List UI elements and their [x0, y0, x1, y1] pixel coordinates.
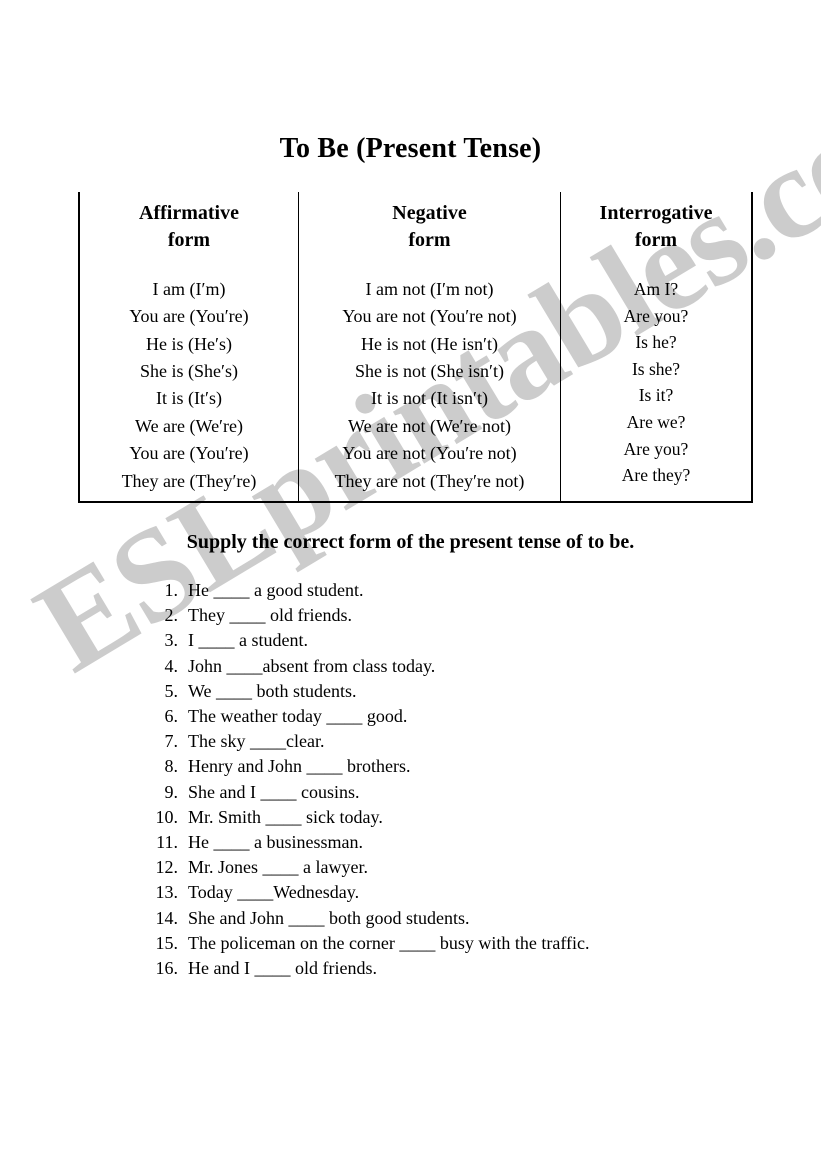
exercise-item-text: Henry and John ____ brothers.	[188, 756, 411, 777]
column-header-line1: Negative	[392, 202, 467, 224]
exercise-item-text: Mr. Smith ____ sick today.	[188, 806, 383, 827]
column-header-line2: form	[167, 229, 211, 251]
exercise-item: 11. He ____ a businessman.	[148, 830, 788, 855]
exercise-item-text: The sky ____clear.	[188, 731, 325, 752]
exercise-item-number: 14.	[155, 907, 179, 928]
exercise-item-number: 15.	[155, 932, 179, 953]
exercise-item: 7. The sky ____clear.	[148, 729, 788, 754]
exercise-item: 9. She and I ____ cousins.	[148, 780, 788, 805]
exercise-item-number: 11.	[156, 832, 178, 853]
exercise-item: 4. John ____absent from class today.	[148, 654, 788, 679]
list-item: I am not (I′m not)	[365, 279, 494, 299]
exercise-item-number: 4.	[164, 655, 179, 676]
exercise-list: 1. He ____ a good student. 2. They ____ ol…	[148, 578, 788, 981]
exercise-item: 15. The policeman on the corner ____ busy…	[148, 931, 788, 956]
exercise-item: 1. He ____ a good student.	[148, 578, 788, 603]
column-header-negative: Negative form	[303, 200, 556, 254]
column-header-affirmative: Affirmative form	[84, 200, 294, 254]
list-item: You are not (You′re not)	[342, 443, 517, 464]
column-header-line1: Affirmative	[139, 202, 239, 224]
exercise-item: 3. I ____ a student.	[148, 628, 788, 653]
exercise-item: 10. Mr. Smith ____ sick today.	[148, 805, 788, 830]
exercise-item: 13. Today ____Wednesday.	[148, 880, 788, 905]
list-item: Am I?	[633, 279, 679, 299]
exercise-item-number: 2.	[164, 605, 179, 626]
exercise-item-number: 12.	[155, 857, 179, 878]
exercise-item-text: He ____ a good student.	[188, 580, 364, 600]
list-item: Are you?	[623, 305, 689, 326]
table-column-negative: Negative form I am not (I′m not) You are…	[299, 192, 561, 501]
list-item: Is it?	[638, 385, 674, 406]
page-title: To Be (Present Tense)	[279, 133, 542, 164]
exercise-item-number: 8.	[164, 756, 179, 777]
list-item: Are you?	[623, 438, 689, 459]
exercise-item-text: I ____ a student.	[188, 630, 308, 651]
negative-form-list: I am not (I′m not) You are not (You′re n…	[303, 276, 556, 495]
list-item: She is (She′s)	[140, 361, 238, 382]
list-item: It is (It′s)	[156, 388, 222, 409]
list-item: Are they?	[621, 465, 691, 486]
list-item: I am (I′m)	[152, 279, 226, 299]
list-item: You are (You′re)	[129, 443, 249, 464]
interrogative-form-list: Am I? Are you? Is he? Is she? Is it? Are…	[565, 276, 747, 489]
exercise-item-number: 6.	[164, 706, 179, 727]
exercise-item-text: He ____ a businessman.	[188, 832, 363, 853]
exercise-item-number: 9.	[164, 781, 179, 802]
exercise-item: 8. Henry and John ____ brothers.	[148, 754, 788, 779]
column-header-line2: form	[408, 229, 451, 251]
column-header-interrogative: Interrogative form	[565, 200, 747, 254]
exercise-item-text: She and I ____ cousins.	[188, 781, 360, 802]
column-header-line2: form	[634, 229, 678, 251]
list-item: She is not (She isn′t)	[355, 361, 504, 382]
exercise-item-text: He and I ____ old friends.	[188, 958, 377, 979]
exercise-item: 12. Mr. Jones ____ a lawyer.	[148, 855, 788, 880]
list-item: You are not (You′re not)	[342, 306, 517, 327]
exercise-item-number: 10.	[155, 806, 179, 827]
list-item: We are (We′re)	[135, 415, 243, 436]
exercise-item-text: John ____absent from class today.	[188, 655, 436, 676]
exercise-item-number: 3.	[164, 630, 179, 651]
exercise-item-number: 7.	[164, 731, 179, 752]
exercise-item: 5. We ____ both students.	[148, 679, 788, 704]
exercise-item: 16. He and I ____ old friends.	[148, 956, 788, 981]
table-column-affirmative: Affirmative form I am (I′m) You are (You…	[80, 192, 299, 501]
list-item: He is (He′s)	[146, 333, 232, 354]
affirmative-form-list: I am (I′m) You are (You′re) He is (He′s)…	[84, 276, 294, 495]
conjugation-table: Affirmative form I am (I′m) You are (You…	[78, 192, 753, 503]
column-header-line1: Interrogative	[599, 202, 713, 224]
exercise-instruction: Supply the correct form of the present t…	[186, 531, 635, 553]
worksheet-page: To Be (Present Tense) Affirmative form I…	[0, 0, 821, 1169]
list-item: He is not (He isn′t)	[361, 333, 498, 354]
exercise-item-text: She and John ____ both good students.	[188, 907, 470, 928]
exercise-item-text: We ____ both students.	[188, 680, 357, 701]
list-item: Is she?	[631, 358, 681, 379]
table-column-interrogative: Interrogative form Am I? Are you? Is he?…	[561, 192, 751, 501]
exercise-item-text: The weather today ____ good.	[188, 706, 408, 727]
exercise-item-text: Today ____Wednesday.	[188, 882, 360, 903]
list-item: You are (You′re)	[129, 306, 249, 327]
exercise-item-number: 13.	[155, 882, 179, 903]
list-item: They are not (They′re not)	[334, 470, 525, 491]
exercise-item: 14. She and John ____ both good students.	[148, 906, 788, 931]
list-item: We are not (We′re not)	[348, 415, 511, 436]
exercise-item-number: 16.	[155, 958, 179, 979]
exercise-item-number: 1.	[164, 580, 179, 600]
exercise-item: 2. They ____ old friends.	[148, 603, 788, 628]
exercise-item-text: Mr. Jones ____ a lawyer.	[188, 857, 368, 878]
exercise-item-text: The policeman on the corner ____ busy wi…	[188, 932, 590, 953]
exercise-item-number: 5.	[164, 680, 179, 701]
list-item: Are we?	[626, 411, 686, 432]
list-item: It is not (It isn′t)	[371, 388, 488, 409]
list-item: They are (They′re)	[121, 470, 257, 491]
exercise-item: 6. The weather today ____ good.	[148, 704, 788, 729]
list-item: Is he?	[635, 332, 677, 353]
exercise-item-text: They ____ old friends.	[188, 605, 352, 626]
